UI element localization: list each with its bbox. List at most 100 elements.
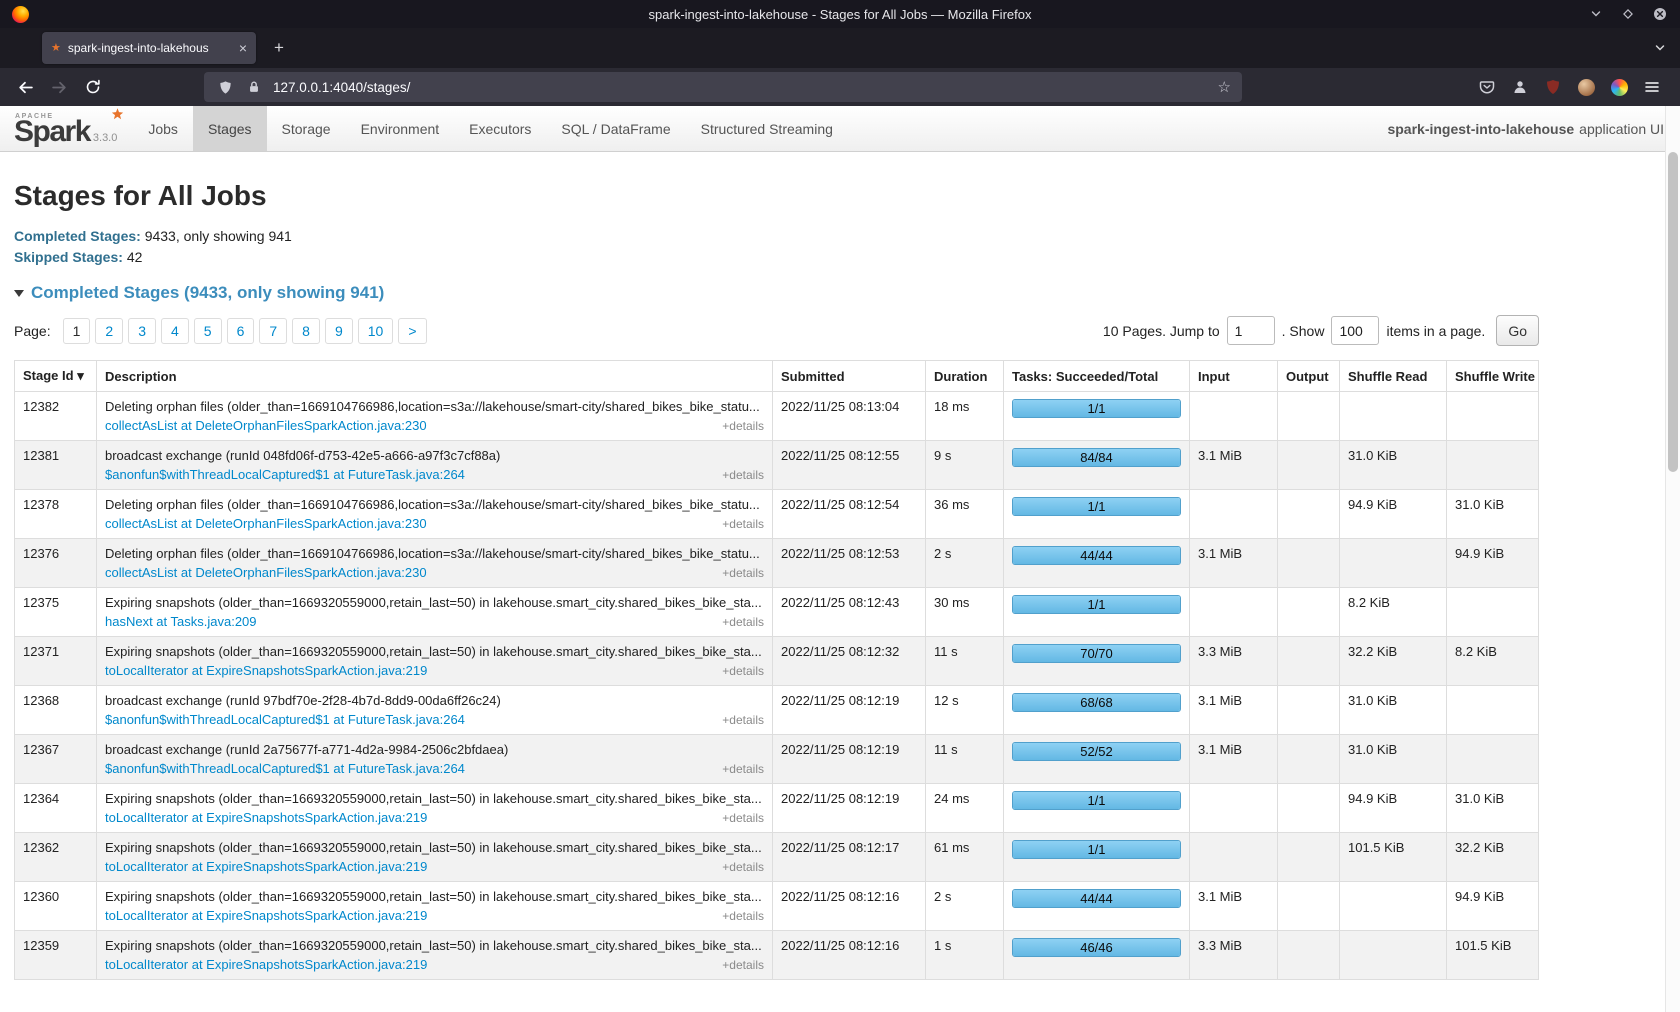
col-header-stage-id[interactable]: Stage Id ▾ (15, 361, 97, 392)
browser-tab[interactable]: ★ spark-ingest-into-lakehous × (42, 32, 256, 64)
window-maximize-button[interactable] (1620, 6, 1636, 22)
items-per-page-input[interactable] (1331, 316, 1379, 345)
spark-nav-item[interactable]: Structured Streaming (686, 106, 848, 151)
col-header-shuffle-read[interactable]: Shuffle Read (1340, 361, 1447, 392)
col-header-duration[interactable]: Duration (926, 361, 1004, 392)
pagination-page-button[interactable]: 10 (358, 318, 394, 344)
shuffle-write-cell (1447, 588, 1539, 637)
details-toggle[interactable]: +details (722, 468, 764, 482)
tasks-cell: 70/70 (1004, 637, 1190, 686)
stage-callsite-link[interactable]: $anonfun$withThreadLocalCaptured$1 at Fu… (105, 712, 465, 727)
col-header-description[interactable]: Description (97, 361, 773, 392)
spark-nav-item[interactable]: SQL / DataFrame (546, 106, 685, 151)
pagination-page-button[interactable]: 2 (95, 318, 123, 344)
forward-button[interactable] (44, 72, 74, 102)
stage-callsite-link[interactable]: collectAsList at DeleteOrphanFilesSparkA… (105, 516, 427, 531)
stages-table: Stage Id ▾ Description Submitted Duratio… (14, 360, 1539, 980)
account-icon[interactable] (1510, 77, 1530, 97)
col-header-tasks[interactable]: Tasks: Succeeded/Total (1004, 361, 1190, 392)
task-progress-bar: 1/1 (1012, 791, 1181, 810)
stage-callsite-link[interactable]: toLocalIterator at ExpireSnapshotsSparkA… (105, 908, 427, 923)
pagination-page-button[interactable]: 4 (161, 318, 189, 344)
spark-nav-item[interactable]: Jobs (133, 106, 193, 151)
pagination-page-button[interactable]: 1 (63, 318, 91, 344)
spark-nav-item[interactable]: Stages (193, 106, 267, 151)
summary-label-link[interactable]: Skipped Stages: (14, 249, 123, 265)
spark-nav-item[interactable]: Environment (346, 106, 455, 151)
details-toggle[interactable]: +details (722, 419, 764, 433)
pagination-page-button[interactable]: 8 (292, 318, 320, 344)
tab-close-icon[interactable]: × (239, 41, 247, 55)
output-cell (1278, 882, 1340, 931)
window-minimize-button[interactable] (1588, 6, 1604, 22)
window-close-button[interactable] (1652, 6, 1668, 22)
shuffle-read-cell (1340, 539, 1447, 588)
profile-avatar-icon[interactable] (1576, 77, 1596, 97)
details-toggle[interactable]: +details (722, 958, 764, 972)
spark-nav-item[interactable]: Storage (267, 106, 346, 151)
pagination-page-button[interactable]: 7 (259, 318, 287, 344)
pocket-icon[interactable] (1477, 77, 1497, 97)
details-toggle[interactable]: +details (722, 615, 764, 629)
stage-callsite-link[interactable]: toLocalIterator at ExpireSnapshotsSparkA… (105, 859, 427, 874)
go-button[interactable]: Go (1496, 315, 1539, 346)
spark-nav-item[interactable]: Executors (454, 106, 546, 151)
task-progress-bar: 1/1 (1012, 399, 1181, 418)
stage-callsite-link[interactable]: toLocalIterator at ExpireSnapshotsSparkA… (105, 957, 427, 972)
col-header-shuffle-write[interactable]: Shuffle Write (1447, 361, 1539, 392)
url-bar[interactable]: 127.0.0.1:4040/stages/ ☆ (204, 72, 1242, 102)
details-toggle[interactable]: +details (722, 566, 764, 580)
duration-cell: 61 ms (926, 833, 1004, 882)
table-header-row: Stage Id ▾ Description Submitted Duratio… (15, 361, 1539, 392)
details-toggle[interactable]: +details (722, 664, 764, 678)
details-toggle[interactable]: +details (722, 517, 764, 531)
lock-icon[interactable] (244, 77, 264, 97)
col-header-output[interactable]: Output (1278, 361, 1340, 392)
tracking-protection-shield-icon[interactable] (215, 77, 235, 97)
spark-logo[interactable]: APACHE Spark 3.3.0 (14, 106, 133, 151)
task-progress-label: 1/1 (1013, 792, 1180, 809)
details-toggle[interactable]: +details (722, 860, 764, 874)
task-progress-bar: 44/44 (1012, 546, 1181, 565)
new-tab-button[interactable]: + (264, 33, 294, 63)
stage-description-text: Expiring snapshots (older_than=166932055… (105, 938, 764, 953)
stage-description-cell: Expiring snapshots (older_than=166932055… (97, 931, 773, 980)
stage-callsite-link[interactable]: $anonfun$withThreadLocalCaptured$1 at Fu… (105, 467, 465, 482)
details-toggle[interactable]: +details (722, 909, 764, 923)
details-toggle[interactable]: +details (722, 811, 764, 825)
pagination-page-button[interactable]: 6 (227, 318, 255, 344)
pagination-page-button[interactable]: > (398, 318, 426, 344)
stage-callsite-link[interactable]: hasNext at Tasks.java:209 (105, 614, 257, 629)
output-cell (1278, 833, 1340, 882)
completed-stages-section-header[interactable]: Completed Stages (9433, only showing 941… (14, 283, 1539, 303)
submitted-cell: 2022/11/25 08:12:43 (773, 588, 926, 637)
duration-cell: 24 ms (926, 784, 1004, 833)
details-toggle[interactable]: +details (722, 762, 764, 776)
pagination-page-button[interactable]: 9 (325, 318, 353, 344)
shuffle-read-cell: 32.2 KiB (1340, 637, 1447, 686)
back-button[interactable] (10, 72, 40, 102)
page-scrollbar[interactable] (1665, 106, 1680, 1012)
bookmark-star-icon[interactable]: ☆ (1218, 80, 1231, 95)
stage-callsite-link[interactable]: $anonfun$withThreadLocalCaptured$1 at Fu… (105, 761, 465, 776)
jump-to-input[interactable] (1227, 316, 1275, 345)
col-header-input[interactable]: Input (1190, 361, 1278, 392)
col-header-submitted[interactable]: Submitted (773, 361, 926, 392)
stage-row: 12364 Expiring snapshots (older_than=166… (15, 784, 1539, 833)
list-all-tabs-chevron-icon[interactable] (1654, 28, 1666, 68)
stage-callsite-link[interactable]: collectAsList at DeleteOrphanFilesSparkA… (105, 418, 427, 433)
pagination-page-button[interactable]: 5 (194, 318, 222, 344)
apache-label: APACHE (15, 113, 54, 120)
url-path: :4040/stages/ (329, 80, 410, 95)
details-toggle[interactable]: +details (722, 713, 764, 727)
summary-label-link[interactable]: Completed Stages: (14, 228, 141, 244)
stage-callsite-link[interactable]: collectAsList at DeleteOrphanFilesSparkA… (105, 565, 427, 580)
stage-callsite-link[interactable]: toLocalIterator at ExpireSnapshotsSparkA… (105, 663, 427, 678)
hamburger-menu-icon[interactable] (1642, 77, 1662, 97)
scrollbar-thumb[interactable] (1668, 152, 1678, 472)
extension-colorwheel-icon[interactable] (1609, 77, 1629, 97)
stage-callsite-link[interactable]: toLocalIterator at ExpireSnapshotsSparkA… (105, 810, 427, 825)
ublock-shield-icon[interactable] (1543, 77, 1563, 97)
pagination-page-button[interactable]: 3 (128, 318, 156, 344)
reload-button[interactable] (78, 72, 108, 102)
